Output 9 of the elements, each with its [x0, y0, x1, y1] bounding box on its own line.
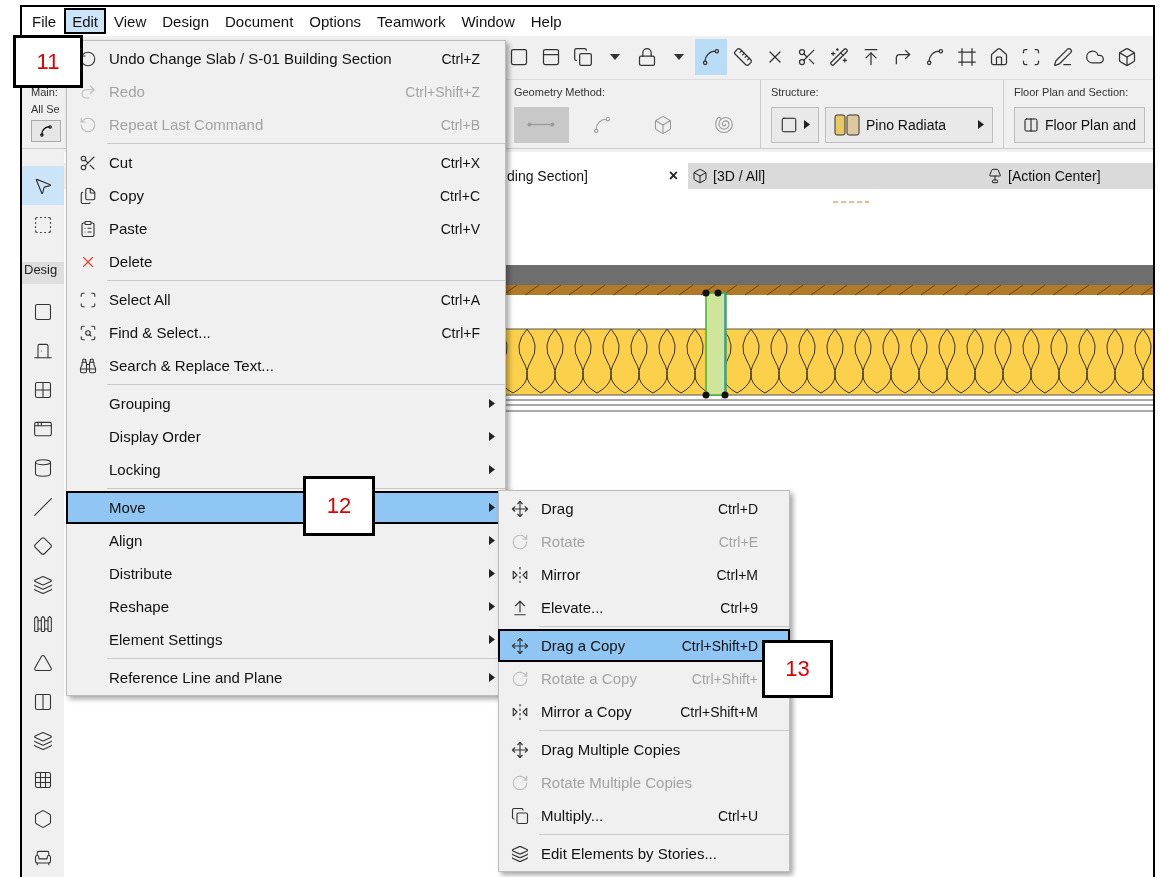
step-number-tooltip: 12	[303, 476, 375, 536]
toolbox-section-label: Desig	[22, 262, 64, 284]
step-number-tooltip: 13	[762, 640, 833, 698]
structure-label: Structure:	[770, 85, 820, 98]
step-number-tooltip: 11	[13, 35, 83, 88]
main-label: Main:	[31, 85, 59, 98]
geometry-method-label: Geometry Method:	[513, 85, 607, 98]
selection-label: All Se	[31, 102, 61, 115]
floor-plan-label: Floor Plan and Section:	[1013, 85, 1130, 98]
